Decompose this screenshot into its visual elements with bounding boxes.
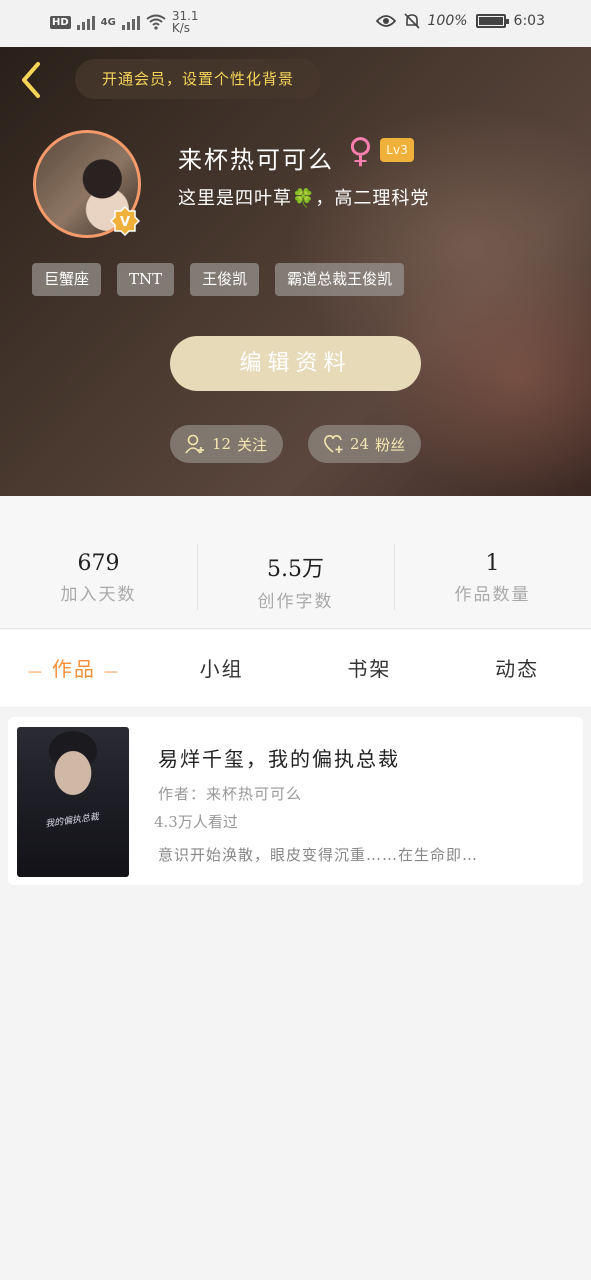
tag-item[interactable]: 霸道总裁王俊凯 (275, 263, 405, 296)
stat-join-days: 679 加入天数 (0, 496, 197, 628)
tab-works[interactable]: 作品 (0, 630, 148, 707)
female-gender-icon: ♀ (348, 131, 373, 171)
signal-icon-2 (121, 14, 140, 30)
work-author: 作者：来杯热可可么 (158, 785, 303, 803)
work-views: 4.3万人看过 (154, 813, 238, 831)
mute-bell-icon (403, 13, 420, 29)
work-summary: 意识开始涣散，眼皮变得沉重……在生命即… (158, 846, 479, 864)
follow-label: 关注 (237, 435, 268, 454)
fans-count-button[interactable]: 24 粉丝 (308, 425, 421, 463)
level-badge: Lv3 (380, 138, 414, 162)
back-arrow-icon[interactable] (18, 60, 44, 100)
stat-value: 5.5万 (267, 557, 324, 582)
tag-item[interactable]: 王俊凯 (190, 263, 260, 296)
status-right: 100% 6:03 (375, 13, 545, 29)
verified-badge-icon: V (110, 206, 140, 236)
tab-bookshelf[interactable]: 书架 (296, 630, 444, 707)
hd-badge: HD (50, 15, 71, 29)
signal-icon (76, 14, 95, 30)
stat-label: 作品数量 (454, 585, 531, 605)
stat-label: 创作字数 (257, 592, 334, 612)
vip-banner[interactable]: 开通会员，设置个性化背景 (75, 59, 321, 99)
cover-text: 我的偏执总裁 (44, 812, 100, 830)
stat-value: 1 (485, 551, 500, 576)
speed-unit: K/s (171, 21, 191, 35)
tab-bar: 作品 小组 书架 动态 (0, 630, 591, 708)
work-card[interactable]: 我的偏执总裁 易烊千玺，我的偏执总裁 作者：来杯热可可么 4.3万人看过 意识开… (8, 717, 583, 885)
battery-percent: 100% (427, 13, 468, 29)
wifi-icon (146, 14, 166, 30)
tag-item[interactable]: 巨蟹座 (32, 263, 102, 296)
stat-work-count: 1 作品数量 (394, 496, 591, 628)
work-title: 易烊千玺，我的偏执总裁 (158, 747, 400, 771)
network-speed: 31.1 K/s (172, 10, 199, 34)
tag-item[interactable]: TNT (117, 263, 175, 296)
status-left: HD 4G 31.1 K/s (50, 10, 199, 34)
network-type: 4G (100, 16, 116, 28)
status-bar: HD 4G 31.1 K/s 100% 6:03 (0, 0, 591, 47)
stats-row: 679 加入天数 5.5万 创作字数 1 作品数量 (0, 496, 591, 629)
follow-count-button[interactable]: 12 关注 (170, 425, 283, 463)
follow-count: 12 (212, 435, 232, 453)
tag-list: 巨蟹座 TNT 王俊凯 霸道总裁王俊凯 (32, 263, 405, 296)
tab-activity[interactable]: 动态 (443, 630, 591, 707)
svg-text:V: V (120, 215, 130, 230)
tab-groups[interactable]: 小组 (148, 630, 296, 707)
edit-profile-button[interactable]: 编辑资料 (170, 336, 421, 391)
clock: 6:03 (513, 13, 545, 29)
bio-text: 这里是四叶草🍀，高二理科党 (178, 188, 430, 209)
eye-icon (375, 15, 396, 27)
fans-count: 24 (350, 435, 370, 453)
fans-label: 粉丝 (375, 435, 406, 454)
book-cover[interactable]: 我的偏执总裁 (17, 727, 129, 877)
add-user-icon (185, 434, 204, 454)
stat-word-count: 5.5万 创作字数 (197, 496, 394, 628)
battery-icon (475, 14, 509, 28)
heart-plus-icon (324, 435, 343, 453)
stat-label: 加入天数 (60, 585, 137, 605)
stat-value: 679 (77, 551, 120, 576)
username: 来杯热可可么 (178, 146, 334, 174)
